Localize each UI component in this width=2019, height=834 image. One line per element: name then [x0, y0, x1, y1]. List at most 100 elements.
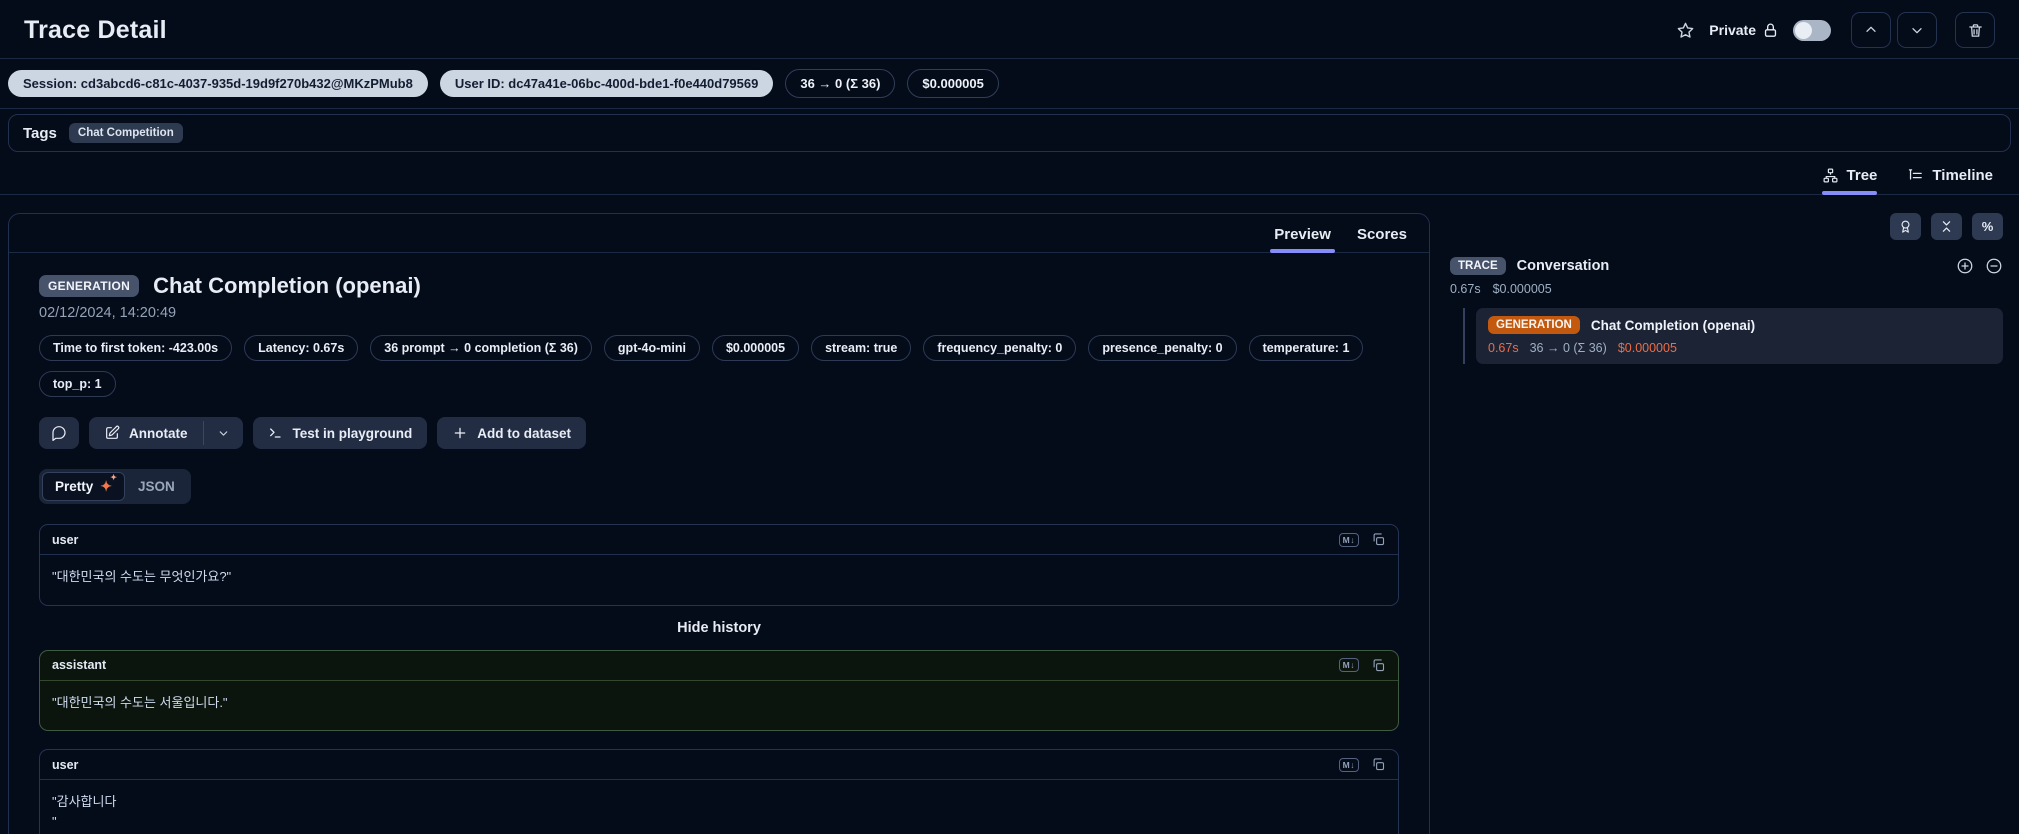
badge-cost: $0.000005 — [711, 335, 800, 361]
tab-timeline-label: Timeline — [1932, 167, 1993, 184]
delete-trace-button[interactable] — [1955, 12, 1995, 48]
chevron-up-icon — [1866, 26, 1876, 32]
terminal-icon — [269, 428, 281, 438]
edit-icon — [106, 425, 120, 439]
metrics-toggle-button[interactable]: % — [1972, 213, 2003, 240]
star-icon[interactable] — [1676, 21, 1695, 40]
tree-indent-guide: GENERATION Chat Completion (openai) 0.67… — [1463, 308, 2003, 364]
message-role: assistant — [52, 658, 107, 672]
session-badge[interactable]: Session: cd3abcd6-c81c-4037-935d-19d9f27… — [8, 70, 428, 97]
annotate-button[interactable]: Annotate — [89, 417, 203, 449]
chevron-down-icon — [219, 430, 227, 436]
test-in-playground-label: Test in playground — [292, 425, 413, 441]
trace-meta-row: Session: cd3abcd6-c81c-4037-935d-19d9f27… — [0, 59, 2019, 108]
collapse-all-button[interactable] — [1931, 213, 1962, 240]
token-usage-badge: 36 → 0 (Σ 36) — [785, 69, 896, 98]
badge-temperature: temperature: 1 — [1248, 335, 1364, 361]
lock-icon — [1762, 22, 1779, 39]
generation-token-usage: 36 → 0 (Σ 36) — [1529, 341, 1607, 355]
markdown-toggle-icon[interactable]: M↓ — [1338, 658, 1359, 672]
add-to-dataset-button[interactable]: Add to dataset — [437, 417, 587, 449]
tag-chat-competition[interactable]: Chat Competition — [68, 123, 183, 143]
message-user-2: user M↓ "감사합니다 " — [39, 749, 1399, 834]
tab-preview[interactable]: Preview — [1270, 226, 1335, 253]
plus-icon — [454, 427, 466, 439]
message-role: user — [52, 532, 79, 547]
markdown-toggle-icon[interactable]: M↓ — [1338, 757, 1359, 772]
public-toggle[interactable] — [1793, 19, 1831, 41]
badge-latency: Latency: 0.67s — [244, 335, 359, 361]
trace-tree-panel: % TRACE Conversation 0.67s $0.000005 GEN… — [1450, 213, 2011, 364]
observation-badges: Time to first token: -423.00s Latency: 0… — [39, 335, 1384, 397]
message-assistant: assistant M↓ "대한민국의 수도는 서울입니다." — [39, 649, 1399, 731]
test-in-playground-button[interactable]: Test in playground — [252, 417, 428, 449]
observation-preview-panel: Preview Scores GENERATION Chat Completio… — [8, 213, 1430, 834]
tab-tree-label: Tree — [1846, 167, 1878, 184]
expand-all-icon[interactable] — [1956, 257, 1974, 275]
copy-icon[interactable] — [1371, 532, 1386, 547]
pretty-label: Pretty — [55, 479, 94, 494]
badge-time-to-first-token: Time to first token: -423.00s — [39, 335, 233, 361]
page-title: Trace Detail — [24, 15, 167, 44]
scores-toggle-button[interactable] — [1890, 213, 1921, 240]
annotate-split-button: Annotate — [89, 417, 243, 449]
generation-type-badge: GENERATION — [1488, 316, 1580, 334]
format-json-button[interactable]: JSON — [125, 472, 188, 501]
trace-type-badge: TRACE — [1450, 257, 1506, 275]
sparkles-icon: ✦ ✦ — [100, 473, 117, 494]
annotate-label: Annotate — [129, 425, 188, 441]
observation-title: Chat Completion (openai) — [153, 273, 421, 298]
percent-icon: % — [1981, 219, 1994, 234]
generation-name: Chat Completion (openai) — [1590, 317, 1756, 333]
view-tabs: Tree Timeline — [0, 157, 2019, 195]
toggle-knob — [1795, 21, 1812, 39]
format-toggle: Pretty ✦ ✦ JSON — [39, 469, 191, 504]
message-role: user — [52, 757, 79, 772]
tab-scores[interactable]: Scores — [1357, 226, 1407, 252]
trash-icon — [1968, 23, 1982, 37]
message-content: "감사합니다 " — [52, 794, 117, 829]
badge-model[interactable]: gpt-4o-mini — [603, 335, 700, 361]
copy-icon[interactable] — [1371, 658, 1386, 673]
tab-timeline[interactable]: Timeline — [1907, 167, 1993, 194]
award-icon — [1901, 220, 1910, 233]
generation-type-badge: GENERATION — [39, 275, 140, 297]
tags-label: Tags — [23, 124, 57, 142]
next-trace-button[interactable] — [1897, 12, 1937, 48]
badge-top-p: top_p: 1 — [39, 371, 116, 397]
message-content: "대한민국의 수도는 서울입니다." — [52, 694, 228, 710]
message-content: "대한민국의 수도는 무엇인가요?" — [52, 569, 232, 584]
markdown-toggle-icon[interactable]: M↓ — [1338, 532, 1359, 547]
tab-tree[interactable]: Tree — [1821, 167, 1878, 195]
trace-cost: $0.000005 — [1492, 282, 1552, 296]
badge-frequency-penalty: frequency_penalty: 0 — [923, 335, 1077, 361]
badge-token-usage: 36 prompt → 0 completion (Σ 36) — [370, 335, 592, 361]
chevron-down-icon — [1912, 27, 1922, 34]
format-pretty-button[interactable]: Pretty ✦ ✦ — [42, 472, 125, 501]
add-to-dataset-label: Add to dataset — [477, 425, 572, 441]
comment-icon — [52, 426, 66, 441]
message-user-1: user M↓ "대한민국의 수도는 무엇인가요?" — [39, 524, 1399, 606]
collapse-icon[interactable] — [1985, 257, 2003, 275]
tags-container: Tags Chat Competition — [8, 114, 2011, 152]
badges-divider — [0, 108, 2019, 109]
user-id-badge[interactable]: User ID: dc47a41e-06bc-400d-bde1-f0e440d… — [439, 70, 774, 97]
fold-vertical-icon — [1942, 221, 1951, 232]
generation-tree-node[interactable]: GENERATION Chat Completion (openai) 0.67… — [1476, 308, 2003, 364]
annotate-dropdown-button[interactable] — [204, 417, 243, 449]
generation-cost: $0.000005 — [1617, 341, 1677, 355]
panel-tabs: Preview Scores — [9, 214, 1429, 253]
private-label: Private — [1709, 22, 1756, 38]
generation-latency: 0.67s — [1488, 341, 1519, 355]
timeline-icon — [1909, 169, 1923, 180]
page-header: Trace Detail Private — [0, 0, 2019, 58]
trace-tree-root[interactable]: TRACE Conversation — [1450, 257, 2003, 275]
messages-list: user M↓ "대한민국의 수도는 무엇인가요?" Hide history … — [39, 524, 1399, 834]
copy-icon[interactable] — [1371, 757, 1386, 772]
comment-button[interactable] — [39, 417, 79, 449]
badge-stream: stream: true — [811, 335, 912, 361]
prev-trace-button[interactable] — [1851, 12, 1891, 48]
tree-icon — [1823, 168, 1838, 183]
badge-presence-penalty: presence_penalty: 0 — [1088, 335, 1237, 361]
hide-history-button[interactable]: Hide history — [39, 620, 1399, 636]
